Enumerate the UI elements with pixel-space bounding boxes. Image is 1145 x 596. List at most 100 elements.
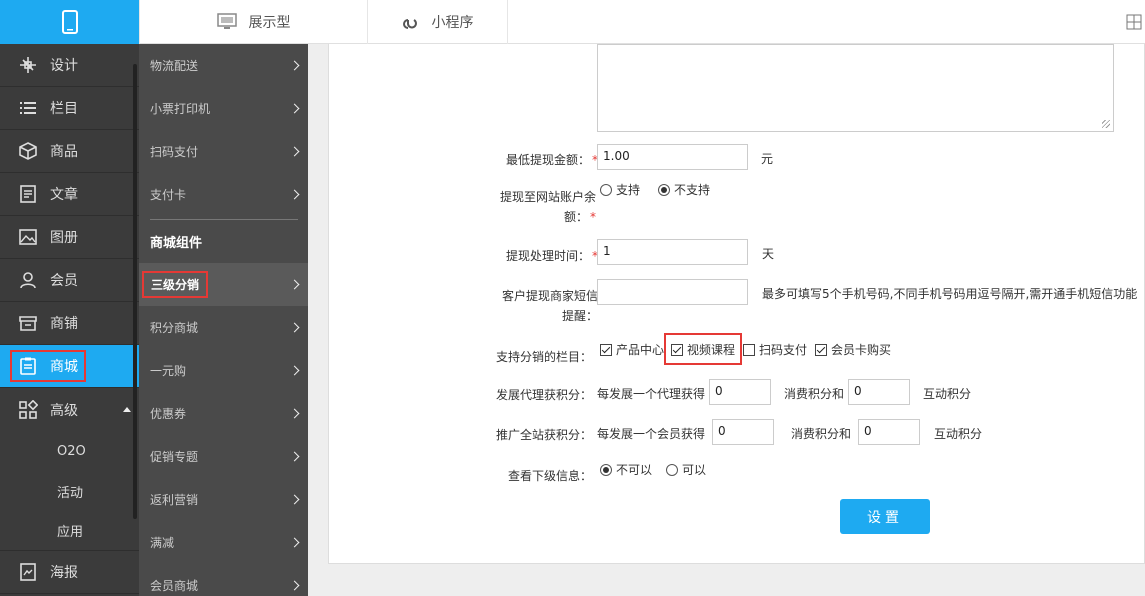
box-icon	[19, 142, 37, 160]
active-item-label: 三级分销	[142, 271, 209, 298]
agent-points-mid: 消费积分和	[784, 387, 845, 401]
member-points-label: 推广全站获积分：	[495, 428, 592, 442]
chevron-right-icon	[289, 189, 300, 200]
sidebar-item-gallery[interactable]: 图册	[0, 216, 139, 259]
process-time-unit: 天	[762, 247, 775, 261]
video-course-highlight	[664, 333, 742, 365]
sidebar-item-label: 高级	[50, 402, 78, 419]
chevron-right-icon	[289, 365, 300, 376]
radio-icon	[600, 184, 612, 196]
submenu-item-rebate[interactable]: 返利营销	[139, 478, 308, 521]
chevron-right-icon	[289, 408, 300, 419]
clipboard-icon	[20, 357, 36, 375]
sidebar-item-label: 商铺	[50, 316, 78, 332]
min-withdraw-label: 最低提现金额： *	[505, 153, 598, 167]
agent-consume-points-input[interactable]: 0	[709, 379, 771, 405]
process-time-label: 提现处理时间： *	[505, 249, 598, 263]
sidebar-item-mall[interactable]: 商城	[0, 345, 139, 388]
submenu-item-points-mall[interactable]: 积分商城	[139, 306, 308, 349]
radio-selected-icon	[600, 464, 612, 476]
checkbox-icon	[743, 344, 755, 356]
sms-notify-input[interactable]	[597, 279, 748, 305]
radio-icon	[666, 464, 678, 476]
tab-mini-program[interactable]: 小程序	[368, 0, 508, 44]
chevron-right-icon	[289, 146, 300, 157]
view-sub-yes-radio[interactable]: 可以	[666, 461, 706, 478]
submenu-item-logistics[interactable]: 物流配送	[139, 44, 308, 87]
submenu-item-three-level-distribution[interactable]: 三级分销	[139, 263, 308, 306]
min-withdraw-input[interactable]: 1.00	[597, 144, 748, 170]
sidebar-item-articles[interactable]: 文章	[0, 173, 139, 216]
agent-interact-points-input[interactable]: 0	[848, 379, 910, 405]
sidebar-item-design[interactable]: 设计	[0, 44, 139, 87]
sidebar-item-columns[interactable]: 栏目	[0, 87, 139, 130]
submenu-item-one-yuan[interactable]: 一元购	[139, 349, 308, 392]
sidebar-item-label: 设计	[50, 58, 78, 74]
chevron-right-icon	[289, 580, 300, 591]
top-bar: 展示型 小程序	[0, 0, 1145, 44]
mini-program-icon	[402, 19, 417, 29]
sidebar-item-shop[interactable]: 商铺	[0, 302, 139, 345]
view-sub-no-radio[interactable]: 不可以	[600, 461, 652, 478]
poster-icon	[20, 563, 36, 581]
sub-sidebar: 物流配送 小票打印机 扫码支付 支付卡 商城组件 三级分销 积分商城 一元购 优…	[139, 44, 308, 596]
process-time-input[interactable]: 1	[597, 239, 748, 265]
resize-handle[interactable]	[1102, 120, 1110, 128]
column-checkbox-qr-pay[interactable]: 扫码支付	[743, 341, 807, 358]
member-points-suffix: 互动积分	[934, 427, 983, 441]
member-consume-points-input[interactable]: 0	[712, 419, 774, 445]
submenu-item-receipt-printer[interactable]: 小票打印机	[139, 87, 308, 130]
submenu-item-promotions[interactable]: 促销专题	[139, 435, 308, 478]
grid-menu-icon[interactable]	[1126, 14, 1142, 30]
description-textarea[interactable]	[597, 44, 1114, 132]
sidebar-item-advanced[interactable]: 高级	[0, 388, 139, 431]
chevron-right-icon	[289, 279, 300, 290]
shop-icon	[19, 316, 37, 331]
sidebar-subitem-apps[interactable]: 应用	[0, 511, 139, 551]
chevron-right-icon	[289, 537, 300, 548]
tab-display-label: 展示型	[248, 15, 291, 31]
chevron-right-icon	[289, 60, 300, 71]
column-checkbox-product-center[interactable]: 产品中心	[600, 341, 664, 358]
submit-button[interactable]: 设置	[840, 499, 930, 534]
design-icon	[20, 57, 36, 73]
withdraw-balance-support-radio[interactable]: 支持	[600, 181, 640, 198]
sidebar-item-products[interactable]: 商品	[0, 130, 139, 173]
submenu-item-coupons[interactable]: 优惠券	[139, 392, 308, 435]
agent-points-label: 发展代理获积分：	[495, 388, 592, 402]
document-icon	[20, 185, 36, 203]
checkbox-checked-icon	[815, 344, 827, 356]
member-interact-points-input[interactable]: 0	[858, 419, 920, 445]
submenu-item-member-mall[interactable]: 会员商城	[139, 564, 308, 596]
submenu-item-pay-card[interactable]: 支付卡	[139, 173, 308, 216]
withdraw-balance-label: 提现至网站账户余 额： *	[499, 190, 596, 224]
chevron-right-icon	[289, 494, 300, 505]
tab-mini-program-label: 小程序	[431, 15, 474, 31]
grid-icon	[19, 399, 38, 419]
sidebar-item-label: 文章	[50, 187, 78, 203]
agent-points-prefix: 每发展一个代理获得	[597, 387, 706, 401]
submenu-item-qr-pay[interactable]: 扫码支付	[139, 130, 308, 173]
min-withdraw-unit: 元	[761, 152, 774, 166]
chevron-right-icon	[289, 103, 300, 114]
chevron-right-icon	[289, 451, 300, 462]
mobile-view-button[interactable]	[0, 0, 139, 44]
phone-icon	[61, 10, 78, 34]
sidebar-item-members[interactable]: 会员	[0, 259, 139, 302]
chevron-right-icon	[289, 322, 300, 333]
tab-display[interactable]: 展示型	[139, 0, 368, 44]
sidebar-item-label: 栏目	[50, 101, 78, 117]
sidebar-scrollbar[interactable]	[133, 64, 137, 519]
withdraw-balance-nosupport-radio[interactable]: 不支持	[658, 181, 710, 198]
sidebar-item-label: 商品	[50, 144, 78, 160]
view-sub-label: 查看下级信息：	[507, 469, 592, 483]
sidebar-item-poster[interactable]: 海报	[0, 551, 139, 594]
sidebar-subitem-activity[interactable]: 活动	[0, 471, 139, 511]
sidebar-item-label: 海报	[50, 565, 78, 581]
sidebar-subitem-o2o[interactable]: O2O	[0, 431, 139, 471]
column-checkbox-member-card[interactable]: 会员卡购买	[815, 341, 891, 358]
main-sidebar: 设计 栏目 商品 文章 图册 会员 商铺 商城 高级 O2O 活动 应用 海报	[0, 44, 139, 596]
sms-notify-label: 客户提现商家短信 提醒：	[501, 289, 598, 323]
image-icon	[19, 229, 37, 245]
submenu-item-discount[interactable]: 满减	[139, 521, 308, 564]
